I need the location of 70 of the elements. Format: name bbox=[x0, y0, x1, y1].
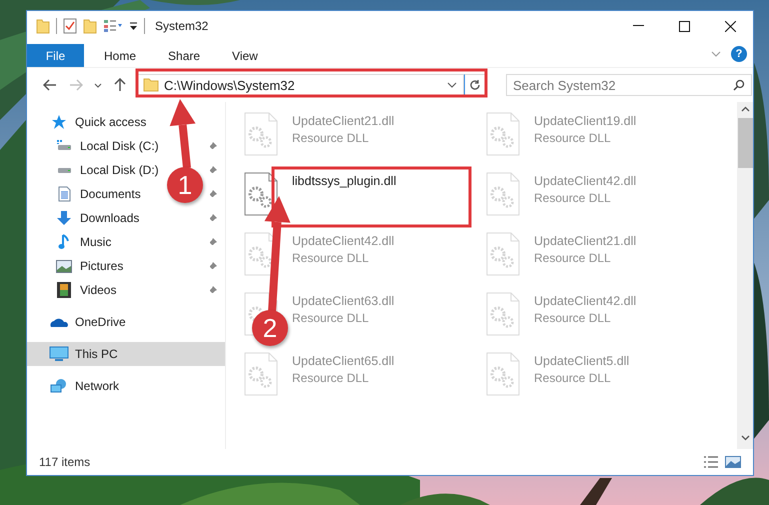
pin-icon[interactable] bbox=[208, 142, 217, 150]
dll-file-icon bbox=[486, 292, 520, 336]
file-type: Resource DLL bbox=[534, 131, 612, 145]
picture-icon bbox=[54, 260, 74, 272]
search-icon[interactable] bbox=[733, 79, 745, 91]
cloud-icon bbox=[49, 316, 69, 328]
ribbon-tab[interactable]: Share bbox=[152, 44, 216, 67]
sidebar-item[interactable]: Local Disk (C:) bbox=[27, 134, 167, 158]
file-type: Resource DLL bbox=[292, 371, 370, 385]
sidebar-item[interactable]: Quick access bbox=[27, 110, 225, 134]
view-options-icon[interactable] bbox=[103, 19, 123, 33]
pin-icon[interactable] bbox=[208, 190, 217, 198]
film-icon bbox=[54, 282, 74, 298]
pin-icon[interactable] bbox=[208, 214, 217, 222]
scrollbar[interactable] bbox=[737, 102, 753, 449]
sidebar-item[interactable]: OneDrive bbox=[27, 310, 225, 334]
dropdown-caret-icon[interactable] bbox=[447, 82, 457, 88]
file-type: Resource DLL bbox=[534, 251, 612, 265]
sidebar-item[interactable]: Downloads bbox=[27, 206, 167, 230]
sidebar-item[interactable]: Videos bbox=[27, 278, 167, 302]
refresh-icon[interactable] bbox=[469, 79, 481, 91]
pin-icon[interactable] bbox=[208, 286, 217, 294]
ribbon-tab[interactable]: View bbox=[216, 44, 274, 67]
file-tab[interactable]: File bbox=[27, 44, 84, 67]
sidebar-item[interactable]: Music bbox=[27, 230, 167, 254]
maximize-icon[interactable] bbox=[678, 20, 690, 32]
recent-caret-icon[interactable] bbox=[94, 82, 102, 88]
dll-file-icon bbox=[486, 112, 520, 156]
file-type: Resource DLL bbox=[292, 251, 370, 265]
file-type: Resource DLL bbox=[534, 191, 612, 205]
sidebar-item[interactable]: Documents bbox=[27, 182, 167, 206]
back-icon[interactable] bbox=[43, 79, 57, 91]
sidebar-item[interactable]: This PC bbox=[27, 342, 225, 366]
pin-icon[interactable] bbox=[208, 262, 217, 270]
dll-file-icon bbox=[486, 232, 520, 276]
dll-file-icon bbox=[486, 172, 520, 216]
minimize-icon[interactable] bbox=[632, 25, 644, 27]
sidebar-item[interactable]: Local Disk (D:) bbox=[27, 158, 167, 182]
item-count: 117 items bbox=[39, 455, 90, 469]
properties-icon[interactable] bbox=[63, 18, 77, 34]
pin-icon[interactable] bbox=[208, 238, 217, 246]
large-icons-view-icon[interactable] bbox=[725, 456, 741, 468]
help-button[interactable]: ? bbox=[731, 46, 747, 62]
refresh-button[interactable] bbox=[464, 74, 486, 96]
dll-file-icon bbox=[486, 352, 520, 396]
dll-file-icon bbox=[244, 352, 278, 396]
address-field[interactable]: C:\Windows\System32 bbox=[136, 74, 464, 96]
window-title: System32 bbox=[155, 19, 208, 33]
dll-file-icon bbox=[244, 112, 278, 156]
drive-icon bbox=[54, 140, 74, 152]
ribbon-tab[interactable]: Home bbox=[88, 44, 152, 67]
folder-icon bbox=[143, 78, 159, 92]
file-name[interactable]: libdtssys_plugin.dll bbox=[292, 174, 396, 188]
close-icon[interactable] bbox=[724, 20, 736, 32]
file-type: Resource DLL bbox=[292, 311, 370, 325]
file-type: Resource DLL bbox=[292, 131, 370, 145]
sidebar-item[interactable]: Pictures bbox=[27, 254, 167, 278]
details-view-icon[interactable] bbox=[703, 456, 719, 468]
file-type: Resource DLL bbox=[534, 371, 612, 385]
file-type: Resource DLL bbox=[534, 311, 612, 325]
search-field[interactable]: Search System32 bbox=[506, 74, 752, 96]
scroll-thumb[interactable] bbox=[738, 118, 752, 168]
up-icon[interactable] bbox=[114, 78, 126, 92]
arrow bbox=[170, 99, 196, 168]
sidebar-item[interactable]: Network bbox=[27, 374, 225, 398]
monitor-icon bbox=[49, 346, 69, 362]
expand-ribbon-icon[interactable] bbox=[711, 51, 721, 57]
network-globe-icon bbox=[49, 378, 69, 394]
customize-caret-icon[interactable] bbox=[129, 21, 138, 31]
pin-icon[interactable] bbox=[208, 166, 217, 174]
